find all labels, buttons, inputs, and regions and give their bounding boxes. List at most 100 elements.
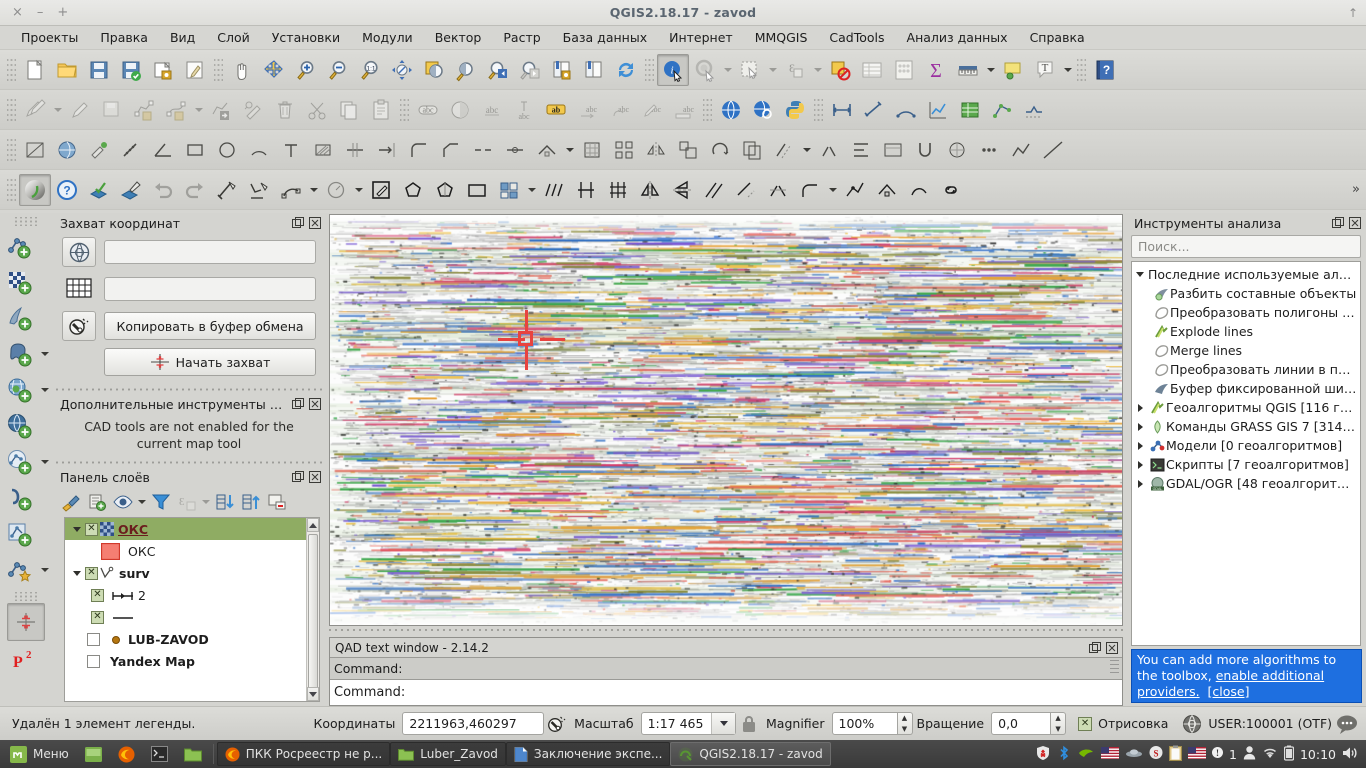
cad-offset-icon[interactable] bbox=[1018, 94, 1050, 126]
qad-rect-icon[interactable] bbox=[461, 174, 493, 206]
qad-stretch2-icon[interactable] bbox=[871, 174, 903, 206]
qad-pline-draw-icon[interactable] bbox=[243, 174, 275, 206]
label-abc2-icon[interactable]: abc bbox=[476, 94, 508, 126]
pline-tool-icon[interactable] bbox=[1005, 134, 1037, 166]
toolbar-grip[interactable] bbox=[814, 97, 823, 123]
menu-baza-dannyh[interactable]: База данных bbox=[552, 27, 658, 48]
nvidia-icon[interactable] bbox=[1077, 746, 1095, 763]
taskbar-clock[interactable]: 10:10 bbox=[1300, 747, 1336, 762]
node-tool-icon[interactable] bbox=[237, 94, 269, 126]
identify-features-icon[interactable]: i bbox=[657, 54, 689, 86]
visibility-checkbox[interactable]: ✕ bbox=[91, 589, 104, 602]
map-qad-splitter[interactable] bbox=[326, 626, 1126, 634]
algorithm-lines-to-polygons[interactable]: Преобразовать линии в по... bbox=[1132, 360, 1360, 379]
coordinates-input[interactable]: 2211963,460297 bbox=[402, 712, 544, 735]
editing-dropdown-icon[interactable] bbox=[51, 94, 64, 126]
add-postgis-layer-icon[interactable] bbox=[2, 336, 38, 372]
p2-plugin-icon[interactable]: P2 bbox=[4, 641, 48, 677]
toolbar-grip[interactable] bbox=[703, 97, 712, 123]
panel-splitter[interactable] bbox=[52, 458, 326, 467]
menu-analiz-dannyh[interactable]: Анализ данных bbox=[896, 27, 1019, 48]
qad-block-dropdown-icon[interactable] bbox=[525, 174, 538, 206]
manage-layer-visibility-icon[interactable] bbox=[110, 490, 135, 514]
rotation-stepper[interactable]: ▲▼ bbox=[1051, 712, 1066, 735]
save-project-icon[interactable] bbox=[83, 54, 115, 86]
cad-line-icon[interactable] bbox=[147, 134, 179, 166]
qad-polygon-icon[interactable] bbox=[397, 174, 429, 206]
qad-edit-icon[interactable] bbox=[115, 174, 147, 206]
rotate-tool-icon[interactable] bbox=[704, 134, 736, 166]
select-by-expression-icon[interactable]: Ɛ bbox=[779, 54, 811, 86]
qad-dim-multi-icon[interactable] bbox=[602, 174, 634, 206]
toolbar-grip[interactable] bbox=[7, 137, 16, 163]
measure-line-icon[interactable] bbox=[952, 54, 984, 86]
text-tool-icon[interactable] bbox=[275, 134, 307, 166]
remove-layer-icon[interactable] bbox=[264, 490, 289, 514]
toolbar-overflow-icon[interactable]: » bbox=[1352, 182, 1366, 197]
algorithm-fixed-distance-buffer[interactable]: Буфер фиксированной шир... bbox=[1132, 379, 1360, 398]
toolbar-grip[interactable] bbox=[7, 97, 16, 123]
toggle-editing-icon[interactable] bbox=[19, 94, 51, 126]
layers-tree[interactable]: ✕ ОКС ОКС ✕ surv ✕ 2 bbox=[64, 517, 320, 702]
close-icon[interactable] bbox=[1105, 641, 1119, 655]
copy-tool-icon[interactable] bbox=[736, 134, 768, 166]
menu-mmqgis[interactable]: MMQGIS bbox=[744, 27, 819, 48]
add-spatialite-layer-icon[interactable] bbox=[2, 300, 38, 336]
grid-icon[interactable] bbox=[62, 274, 96, 304]
start-menu-button[interactable]: Меню bbox=[2, 742, 77, 766]
visibility-checkbox[interactable]: ✕ bbox=[85, 567, 98, 580]
wms-dropdown-icon[interactable] bbox=[38, 372, 51, 408]
qad-arc-dropdown-icon[interactable] bbox=[307, 174, 320, 206]
close-message-link[interactable]: [close] bbox=[1208, 684, 1250, 699]
add-tool-icon[interactable] bbox=[83, 134, 115, 166]
tree-group-scripts[interactable]: Скрипты [7 геоалгоритмов] bbox=[1132, 455, 1360, 474]
undock-icon[interactable] bbox=[1088, 641, 1102, 655]
filter-legend-icon[interactable] bbox=[148, 490, 173, 514]
modify-tools-dropdown-icon[interactable] bbox=[800, 134, 813, 166]
bluetooth-icon[interactable] bbox=[1057, 745, 1071, 764]
pin-labels-icon[interactable]: abc bbox=[508, 94, 540, 126]
redo-icon[interactable] bbox=[179, 174, 211, 206]
add-wcs-layer-icon[interactable] bbox=[2, 408, 38, 444]
layers-scrollbar[interactable] bbox=[306, 518, 319, 701]
menu-spravka[interactable]: Справка bbox=[1019, 27, 1096, 48]
stepper-up-icon[interactable]: ▲ bbox=[1051, 713, 1065, 724]
add-group-icon[interactable] bbox=[84, 490, 109, 514]
crs-globe-icon[interactable] bbox=[1182, 714, 1202, 734]
qad-edit-mode-icon[interactable] bbox=[365, 174, 397, 206]
layer-props-icon[interactable] bbox=[877, 134, 909, 166]
taskbar-window-pkk[interactable]: ПКК Росреестр не р... bbox=[217, 742, 391, 766]
shield-icon[interactable] bbox=[1035, 745, 1051, 764]
layer-row-yandex-map[interactable]: Yandex Map bbox=[65, 650, 319, 672]
algorithm-explode-lines[interactable]: Explode lines bbox=[1132, 322, 1360, 341]
filter-expression-icon[interactable]: Ɛ bbox=[174, 490, 199, 514]
new-text-annotation-icon[interactable]: T bbox=[1029, 54, 1061, 86]
new-memory-layer-icon[interactable] bbox=[2, 552, 38, 588]
open-project-icon[interactable] bbox=[51, 54, 83, 86]
layer-styling-icon[interactable] bbox=[444, 94, 476, 126]
expand-all-icon[interactable] bbox=[212, 490, 237, 514]
tree-group-qgis-algorithms[interactable]: Геоалгоритмы QGIS [116 геоалг... bbox=[1132, 398, 1360, 417]
titlebar-extra-icon[interactable]: ↑ bbox=[1348, 6, 1358, 20]
undock-icon[interactable] bbox=[1331, 216, 1345, 230]
arc-tool-icon[interactable] bbox=[243, 134, 275, 166]
launcher-terminal-button[interactable] bbox=[143, 742, 176, 766]
measure-tool-icon[interactable] bbox=[115, 134, 147, 166]
map-tips-icon[interactable] bbox=[997, 54, 1029, 86]
chevron-down-icon[interactable] bbox=[711, 713, 735, 734]
keyboard-flag-icon[interactable] bbox=[1188, 747, 1206, 762]
qad-break2-icon[interactable] bbox=[903, 174, 935, 206]
scale-tool-icon[interactable] bbox=[672, 134, 704, 166]
toolbox-tree[interactable]: Последние используемые алгорит... Разбит… bbox=[1131, 261, 1361, 646]
new-map-view-icon[interactable] bbox=[546, 54, 578, 86]
qad-line-draw-icon[interactable] bbox=[211, 174, 243, 206]
stepper-up-icon[interactable]: ▲ bbox=[898, 713, 912, 724]
move-feature-icon[interactable] bbox=[205, 94, 237, 126]
menu-ustanovki[interactable]: Установки bbox=[261, 27, 351, 48]
undock-icon[interactable] bbox=[291, 216, 305, 230]
save-project-as-icon[interactable] bbox=[115, 54, 147, 86]
crs-status[interactable]: USER:100001 (OTF) bbox=[1182, 714, 1332, 734]
field-calculator-icon[interactable] bbox=[888, 54, 920, 86]
python-console-icon[interactable] bbox=[779, 94, 811, 126]
toolbox-search-input[interactable]: Поиск... bbox=[1131, 235, 1361, 258]
